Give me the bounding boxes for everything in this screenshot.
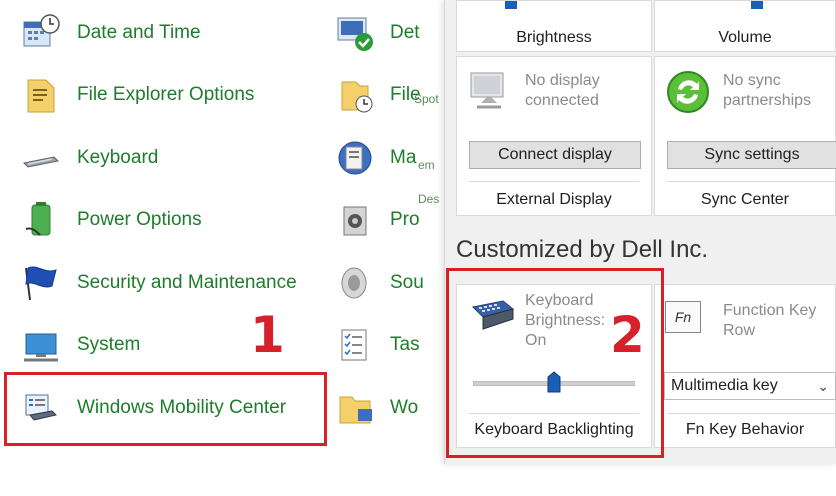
sync-center-caption: Sync Center [700,191,790,208]
monitor-icon [467,69,511,113]
brightness-tile: Brightness [456,0,652,52]
sync-center-tile: No sync partnerships Sync settings Sync … [654,56,836,216]
cp2-item-4[interactable]: Pro [334,195,420,245]
work-folders-icon [334,387,376,429]
device-check-icon [334,12,376,54]
cp-item-keyboard[interactable]: Keyboard [20,133,158,183]
folder-options-icon [20,74,62,116]
highlight-box-mobility-center [4,372,327,446]
cp2-item-label: Pro [390,209,420,230]
cp-item-label: System [77,334,141,355]
cp-item-label: File Explorer Options [77,84,255,105]
cp2-item-3[interactable]: Ma [334,133,416,183]
divider [469,181,639,182]
cp2-item-5[interactable]: Sou [334,258,424,308]
cp2-item-label: Det [390,22,420,43]
chevron-down-icon: ⌄ [817,378,829,394]
slider-thumb[interactable] [751,1,763,9]
file-history-icon [334,74,376,116]
sync-status-line2: partnerships [723,92,812,109]
cp-item-label: Keyboard [77,147,159,168]
external-display-status-line1: No display [525,72,600,89]
sync-icon [665,69,711,115]
cp2-item-7[interactable]: Wo [334,383,418,433]
cp2-item-6[interactable]: Tas [334,320,420,370]
cp-item-security-maintenance[interactable]: Security and Maintenance [20,258,297,308]
annotation-number-1: 1 [250,306,285,364]
cp2-item-label: Wo [390,397,419,418]
select-value: Multimedia key [671,377,778,394]
ghost-text: em [418,158,435,172]
divider [667,181,835,182]
cp-item-date-time[interactable]: Date and Time [20,8,201,58]
cp-item-label: Date and Time [77,22,201,43]
cp2-item-2[interactable]: File [334,70,421,120]
keyboard-icon [20,137,62,179]
cp2-item-label: Sou [390,272,424,293]
slider-thumb[interactable] [505,1,517,9]
flag-icon [20,262,62,304]
ghost-text: Spot [414,92,439,106]
battery-plug-icon [20,199,62,241]
speaker-icon [334,262,376,304]
cp-item-system[interactable]: System [20,320,140,370]
fn-key-status-line1: Function Key [723,302,817,319]
divider [667,413,835,414]
calendar-clock-icon [20,12,62,54]
external-display-caption: External Display [496,191,612,208]
cp2-item-1[interactable]: Det [334,8,420,58]
external-display-tile: No display connected Connect display Ext… [456,56,652,216]
volume-tile: Volume [654,0,836,52]
customized-heading: Customized by Dell Inc. [456,236,709,263]
connect-display-button[interactable]: Connect display [469,141,641,169]
fn-key-status-line2: Row [723,322,756,339]
cp-item-file-explorer-options[interactable]: File Explorer Options [20,70,254,120]
external-display-status-line2: connected [525,92,599,109]
cp2-item-label: Ma [390,147,417,168]
cp2-item-label: Tas [390,334,420,355]
monitor-icon [20,324,62,366]
brightness-caption: Brightness [516,29,592,46]
cp-item-label: Security and Maintenance [77,272,297,293]
annotation-number-2: 2 [610,306,645,364]
sync-settings-button[interactable]: Sync settings [667,141,836,169]
volume-caption: Volume [718,29,772,46]
programs-icon [334,199,376,241]
fn-key-behavior-select[interactable]: Multimedia key ⌄ [664,372,836,400]
sync-status-line1: No sync [723,72,781,89]
manage-icon [334,137,376,179]
task-list-icon [334,324,376,366]
fn-key-tile: Fn Function Key Row Fn Key Behavior [654,284,836,448]
cp-item-label: Power Options [77,209,202,230]
fn-key-caption: Fn Key Behavior [685,421,805,438]
cp-item-power-options[interactable]: Power Options [20,195,202,245]
ghost-text: Des [418,192,440,206]
fn-key-icon: Fn [665,301,701,333]
